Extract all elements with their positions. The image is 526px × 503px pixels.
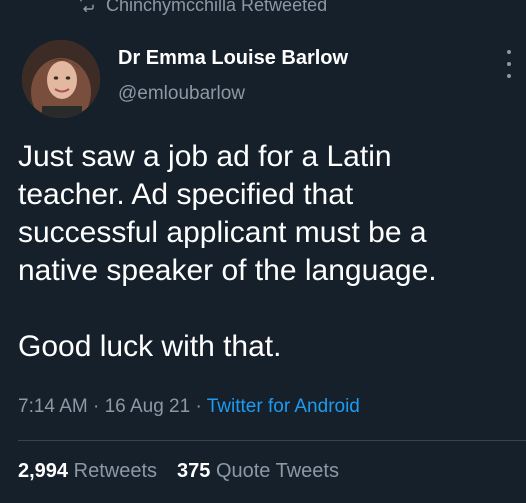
tweet-line: teacher. Ad specified that: [18, 178, 354, 211]
retweets-stat[interactable]: 2,994 Retweets: [18, 460, 157, 483]
tweet-text: Just saw a job ad for a Latin teacher. A…: [18, 138, 518, 366]
retweets-count: 2,994: [18, 460, 69, 482]
tweet-date[interactable]: 16 Aug 21: [105, 396, 191, 417]
tweet-time[interactable]: 7:14 AM: [18, 396, 88, 417]
quotes-count: 375: [177, 460, 211, 482]
quote-tweets-stat[interactable]: 375 Quote Tweets: [177, 460, 339, 483]
tweet-line: Good luck with that.: [18, 330, 282, 363]
avatar-image: [22, 40, 100, 118]
retweet-header[interactable]: Chinchymcchilla Retweeted: [78, 0, 327, 17]
tweet-line: Just saw a job ad for a Latin: [18, 140, 392, 173]
separator: ·: [93, 396, 105, 417]
dot: [507, 74, 511, 78]
retweets-label: Retweets: [73, 460, 157, 482]
retweet-label: Chinchymcchilla Retweeted: [106, 0, 328, 15]
retweet-icon: [78, 0, 96, 17]
tweet-line: native speaker of the language.: [18, 254, 437, 287]
more-options-icon[interactable]: [506, 50, 512, 78]
author-handle[interactable]: @emloubarlow: [118, 83, 245, 105]
dot: [507, 50, 511, 54]
tweet-source[interactable]: Twitter for Android: [207, 396, 360, 417]
tweet-line: successful applicant must be a: [18, 216, 427, 249]
tweet-stats: 2,994 Retweets 375 Quote Tweets: [18, 460, 339, 483]
separator: ·: [195, 396, 207, 417]
quotes-label: Quote Tweets: [215, 460, 339, 482]
dot: [507, 62, 511, 66]
tweet-meta: 7:14 AM · 16 Aug 21 · Twitter for Androi…: [18, 396, 360, 418]
author-name[interactable]: Dr Emma Louise Barlow: [118, 47, 348, 70]
avatar[interactable]: [22, 40, 100, 118]
divider: [18, 440, 526, 441]
